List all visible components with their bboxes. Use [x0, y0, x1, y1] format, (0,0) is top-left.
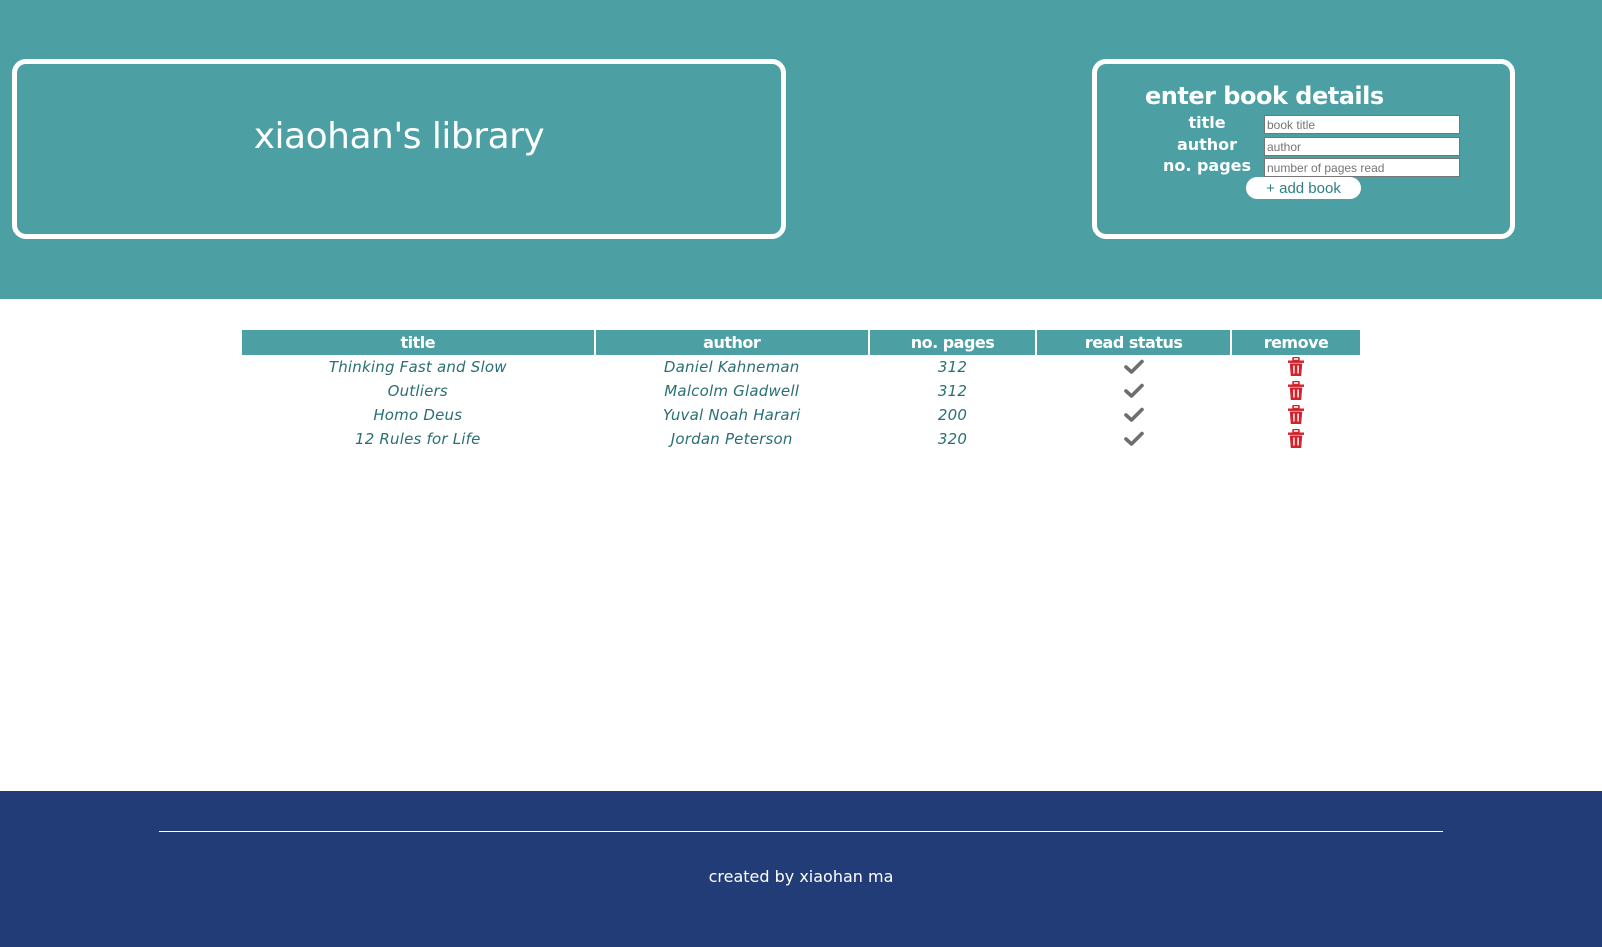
book-pages-cell: 320: [937, 430, 968, 448]
check-icon[interactable]: [1123, 358, 1144, 376]
book-title-cell: Outliers: [387, 382, 448, 400]
read-status-cell: [1037, 355, 1230, 379]
read-status-cell: [1037, 403, 1230, 427]
footer-divider: [159, 831, 1443, 832]
book-author-cell: Daniel Kahneman: [663, 358, 800, 376]
check-icon[interactable]: [1123, 406, 1144, 424]
book-title-cell: 12 Rules for Life: [354, 430, 481, 448]
table-row: Outliers Malcolm Gladwell 312: [242, 379, 1360, 403]
footer-credit: created by xiaohan ma: [708, 867, 894, 886]
footer: created by xiaohan ma: [0, 791, 1602, 947]
table-row: Thinking Fast and Slow Daniel Kahneman 3…: [242, 355, 1360, 379]
title-input[interactable]: [1264, 115, 1460, 134]
form-heading: enter book details: [1145, 82, 1384, 110]
trash-icon[interactable]: [1287, 381, 1305, 401]
author-input[interactable]: [1264, 137, 1460, 156]
book-author-cell: Jordan Peterson: [670, 430, 793, 448]
column-header-read-status: read status: [1037, 330, 1231, 355]
column-header-remove: remove: [1232, 330, 1360, 355]
pages-input[interactable]: [1264, 158, 1460, 177]
table-header-row: title author no. pages read status remov…: [242, 330, 1360, 355]
author-label: author: [1176, 135, 1238, 154]
trash-icon[interactable]: [1287, 357, 1305, 377]
book-title-cell: Homo Deus: [373, 406, 463, 424]
column-header-pages: no. pages: [869, 330, 1036, 355]
book-pages-cell: 312: [937, 382, 968, 400]
add-book-form: enter book details title author no. page…: [1092, 59, 1515, 239]
column-header-author: author: [595, 330, 868, 355]
book-pages-cell: 312: [937, 358, 968, 376]
check-icon[interactable]: [1123, 382, 1144, 400]
book-table: title author no. pages read status remov…: [240, 330, 1362, 451]
title-label: title: [1188, 113, 1226, 132]
library-title-box: xiaohan's library: [12, 59, 786, 239]
trash-icon[interactable]: [1287, 429, 1305, 449]
page-title: xiaohan's library: [253, 116, 545, 157]
remove-cell: [1232, 355, 1360, 379]
remove-cell: [1232, 403, 1360, 427]
column-header-title: title: [242, 330, 594, 355]
table-row: Homo Deus Yuval Noah Harari 200: [242, 403, 1360, 427]
remove-cell: [1232, 427, 1360, 451]
book-pages-cell: 200: [937, 406, 968, 424]
remove-cell: [1232, 379, 1360, 403]
trash-icon[interactable]: [1287, 405, 1305, 425]
header: xiaohan's library enter book details tit…: [0, 0, 1602, 299]
check-icon[interactable]: [1123, 430, 1144, 448]
book-author-cell: Malcolm Gladwell: [664, 382, 800, 400]
read-status-cell: [1037, 379, 1230, 403]
pages-label: no. pages: [1162, 156, 1252, 175]
book-author-cell: Yuval Noah Harari: [662, 406, 801, 424]
add-book-button[interactable]: + add book: [1246, 177, 1361, 199]
book-title-cell: Thinking Fast and Slow: [328, 358, 507, 376]
read-status-cell: [1037, 427, 1230, 451]
table-row: 12 Rules for Life Jordan Peterson 320: [242, 427, 1360, 451]
